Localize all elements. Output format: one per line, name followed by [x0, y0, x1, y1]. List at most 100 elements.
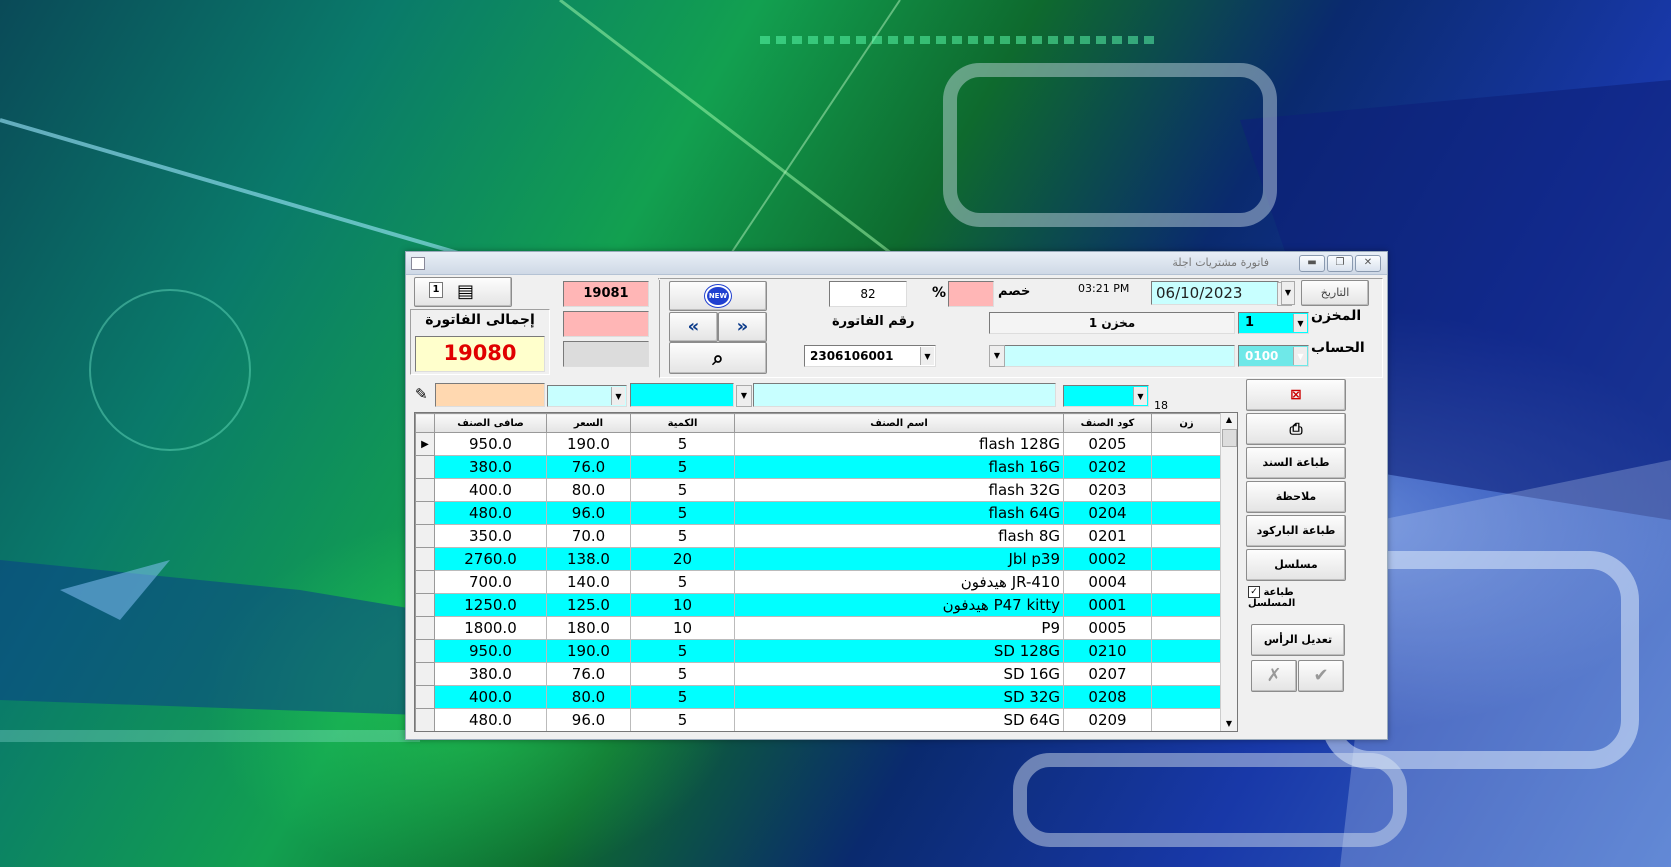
row-selector[interactable]: [415, 685, 435, 709]
scroll-up-icon[interactable]: ▲: [1221, 413, 1237, 427]
table-row[interactable]: 400.0 80.0 5 flash 32G 0203: [415, 478, 1222, 502]
price-cell[interactable]: 140.0: [546, 570, 631, 594]
price-column-header[interactable]: السعر: [546, 413, 631, 433]
minimize-icon[interactable]: ▬: [1299, 255, 1325, 272]
z-cell[interactable]: [1151, 455, 1222, 479]
row-selector[interactable]: [415, 524, 435, 548]
grid-scrollbar[interactable]: ▲ ▼: [1220, 413, 1237, 731]
qty-cell[interactable]: 5: [630, 432, 735, 456]
entry-name-dropdown-icon[interactable]: ▼: [736, 385, 752, 407]
z-cell[interactable]: [1151, 570, 1222, 594]
edit-pencil-icon[interactable]: ✎: [415, 385, 428, 403]
name-cell[interactable]: SD 32G: [734, 685, 1064, 709]
restore-icon[interactable]: ❐: [1327, 255, 1353, 272]
row-selector[interactable]: [415, 662, 435, 686]
account-name-dropdown-icon[interactable]: ▼: [989, 345, 1005, 367]
entry-quantity-field[interactable]: [630, 383, 734, 407]
row-selector[interactable]: [415, 547, 435, 571]
print-serial-option[interactable]: ✓ طباعة المسلسل: [1248, 586, 1344, 609]
row-selector[interactable]: [415, 501, 435, 525]
name-cell[interactable]: هيدفون P47 kitty: [734, 593, 1064, 617]
table-row[interactable]: ▶ 950.0 190.0 5 flash 128G 0205: [415, 432, 1222, 456]
previous-button[interactable]: «: [669, 312, 718, 342]
date-dropdown-icon[interactable]: ▼: [1281, 281, 1295, 305]
code-cell[interactable]: 0005: [1063, 616, 1152, 640]
net-cell[interactable]: 1800.0: [434, 616, 547, 640]
code-cell[interactable]: 0002: [1063, 547, 1152, 571]
code-cell[interactable]: 0204: [1063, 501, 1152, 525]
invoice-number-field[interactable]: 2306106001 ▼: [804, 345, 936, 367]
z-cell[interactable]: [1151, 662, 1222, 686]
cancel-button[interactable]: ✗: [1251, 660, 1297, 692]
price-cell[interactable]: 80.0: [546, 478, 631, 502]
close-icon[interactable]: ✕: [1355, 255, 1381, 272]
row-selector[interactable]: [415, 455, 435, 479]
z-cell[interactable]: [1151, 432, 1222, 456]
z-column-header[interactable]: زن: [1151, 413, 1222, 433]
invoice-number-dropdown-icon[interactable]: ▼: [920, 347, 934, 365]
net-cell[interactable]: 950.0: [434, 639, 547, 663]
account-name-field[interactable]: [989, 345, 1235, 367]
confirm-button[interactable]: ✔: [1298, 660, 1344, 692]
z-cell[interactable]: [1151, 685, 1222, 709]
price-cell[interactable]: 190.0: [546, 639, 631, 663]
print-barcode-button[interactable]: طباعة الباركود: [1246, 515, 1346, 547]
row-selector[interactable]: [415, 616, 435, 640]
price-cell[interactable]: 80.0: [546, 685, 631, 709]
net-cell[interactable]: 400.0: [434, 685, 547, 709]
qty-cell[interactable]: 5: [630, 662, 735, 686]
store-code-field[interactable]: 1 ▼: [1238, 312, 1309, 334]
z-cell[interactable]: [1151, 616, 1222, 640]
net-cell[interactable]: 1250.0: [434, 593, 547, 617]
z-cell[interactable]: [1151, 501, 1222, 525]
qty-cell[interactable]: 5: [630, 685, 735, 709]
net-cell[interactable]: 400.0: [434, 478, 547, 502]
qty-cell[interactable]: 10: [630, 593, 735, 617]
entry-code-dropdown-icon[interactable]: ▼: [1133, 387, 1147, 405]
qty-cell[interactable]: 5: [630, 524, 735, 548]
qty-cell[interactable]: 5: [630, 639, 735, 663]
row-selector[interactable]: [415, 593, 435, 617]
date-label-button[interactable]: التاريخ: [1301, 280, 1369, 306]
entry-price-field[interactable]: ▼: [547, 385, 627, 407]
z-cell[interactable]: [1151, 478, 1222, 502]
row-selector[interactable]: [415, 708, 435, 731]
note-button[interactable]: ملاحظة: [1246, 481, 1346, 513]
table-row[interactable]: 700.0 140.0 5 هيدفون JR-410 0004: [415, 570, 1222, 594]
price-cell[interactable]: 96.0: [546, 708, 631, 731]
name-cell[interactable]: flash 64G: [734, 501, 1064, 525]
price-cell[interactable]: 76.0: [546, 455, 631, 479]
qty-cell[interactable]: 5: [630, 478, 735, 502]
qty-cell[interactable]: 5: [630, 708, 735, 731]
name-cell[interactable]: SD 64G: [734, 708, 1064, 731]
serial-button[interactable]: مسلسل: [1246, 549, 1346, 581]
table-row[interactable]: 950.0 190.0 5 SD 128G 0210: [415, 639, 1222, 663]
name-cell[interactable]: flash 32G: [734, 478, 1064, 502]
row-selector[interactable]: [415, 570, 435, 594]
z-cell[interactable]: [1151, 547, 1222, 571]
net-cell[interactable]: 350.0: [434, 524, 547, 548]
net-cell[interactable]: 480.0: [434, 708, 547, 731]
code-cell[interactable]: 0202: [1063, 455, 1152, 479]
date-field[interactable]: 06/10/2023 ▲▼: [1151, 281, 1292, 306]
store-name-field[interactable]: مخزن 1: [989, 312, 1235, 334]
name-cell[interactable]: هيدفون JR-410: [734, 570, 1064, 594]
name-cell[interactable]: flash 128G: [734, 432, 1064, 456]
z-cell[interactable]: [1151, 524, 1222, 548]
code-cell[interactable]: 0203: [1063, 478, 1152, 502]
price-cell[interactable]: 190.0: [546, 432, 631, 456]
name-column-header[interactable]: اسم الصنف: [734, 413, 1064, 433]
copies-button[interactable]: 1 ▤: [414, 277, 512, 307]
price-cell[interactable]: 125.0: [546, 593, 631, 617]
price-cell[interactable]: 70.0: [546, 524, 631, 548]
search-button[interactable]: ⌕: [669, 342, 767, 374]
code-cell[interactable]: 0001: [1063, 593, 1152, 617]
z-cell[interactable]: [1151, 593, 1222, 617]
net-cell[interactable]: 380.0: [434, 455, 547, 479]
account-code-field[interactable]: 0100 ▼: [1238, 345, 1309, 367]
row-selector[interactable]: [415, 478, 435, 502]
price-cell[interactable]: 138.0: [546, 547, 631, 571]
table-row[interactable]: 380.0 76.0 5 SD 16G 0207: [415, 662, 1222, 686]
name-cell[interactable]: P9: [734, 616, 1064, 640]
name-cell[interactable]: flash 8G: [734, 524, 1064, 548]
